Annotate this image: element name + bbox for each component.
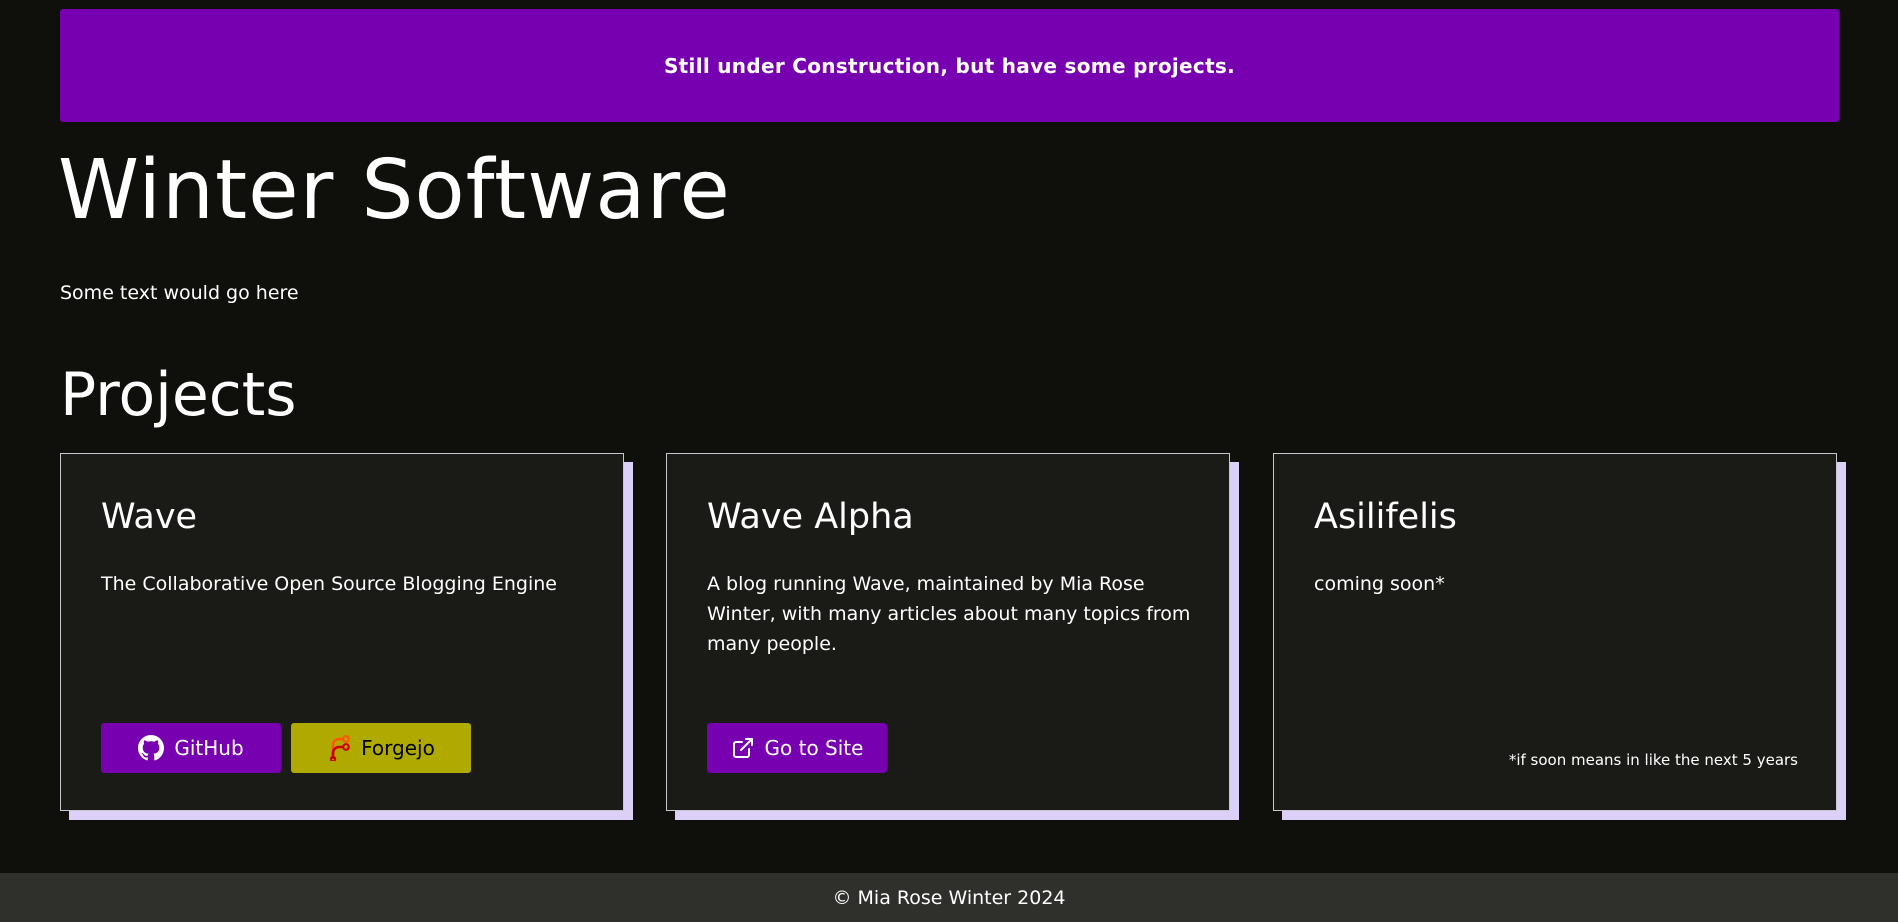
projects-heading: Projects — [60, 360, 297, 430]
project-description: A blog running Wave, maintained by Mia R… — [707, 573, 1191, 655]
footer: © Mia Rose Winter 2024 — [0, 873, 1898, 922]
forgejo-icon — [327, 735, 351, 761]
banner-text: Still under Construction, but have some … — [663, 53, 1236, 78]
forgejo-button[interactable]: Forgejo — [291, 723, 471, 773]
construction-banner: Still under Construction, but have some … — [60, 9, 1839, 122]
project-title: Wave — [101, 497, 198, 537]
forgejo-button-label: Forgejo — [361, 736, 435, 760]
project-card-wave: Wave The Collaborative Open Source Blogg… — [60, 453, 624, 811]
project-title: Wave Alpha — [707, 497, 914, 537]
go-to-site-button[interactable]: Go to Site — [707, 723, 887, 773]
external-link-icon — [731, 736, 755, 760]
github-button-label: GitHub — [174, 736, 244, 760]
project-card-asilifelis: Asilifelis coming soon* *if soon means i… — [1273, 453, 1837, 811]
project-description: The Collaborative Open Source Blogging E… — [101, 573, 557, 595]
intro-text: Some text would go here — [60, 282, 299, 304]
project-card-wave-alpha: Wave Alpha A blog running Wave, maintain… — [666, 453, 1230, 811]
project-description: coming soon* — [1314, 573, 1445, 595]
project-footnote: *if soon means in like the next 5 years — [1508, 751, 1798, 769]
copyright-text: © Mia Rose Winter 2024 — [832, 886, 1066, 909]
project-title: Asilifelis — [1314, 497, 1457, 537]
github-button[interactable]: GitHub — [101, 723, 281, 773]
go-to-site-label: Go to Site — [764, 736, 864, 760]
page-title: Winter Software — [58, 143, 731, 238]
github-icon — [138, 735, 165, 761]
